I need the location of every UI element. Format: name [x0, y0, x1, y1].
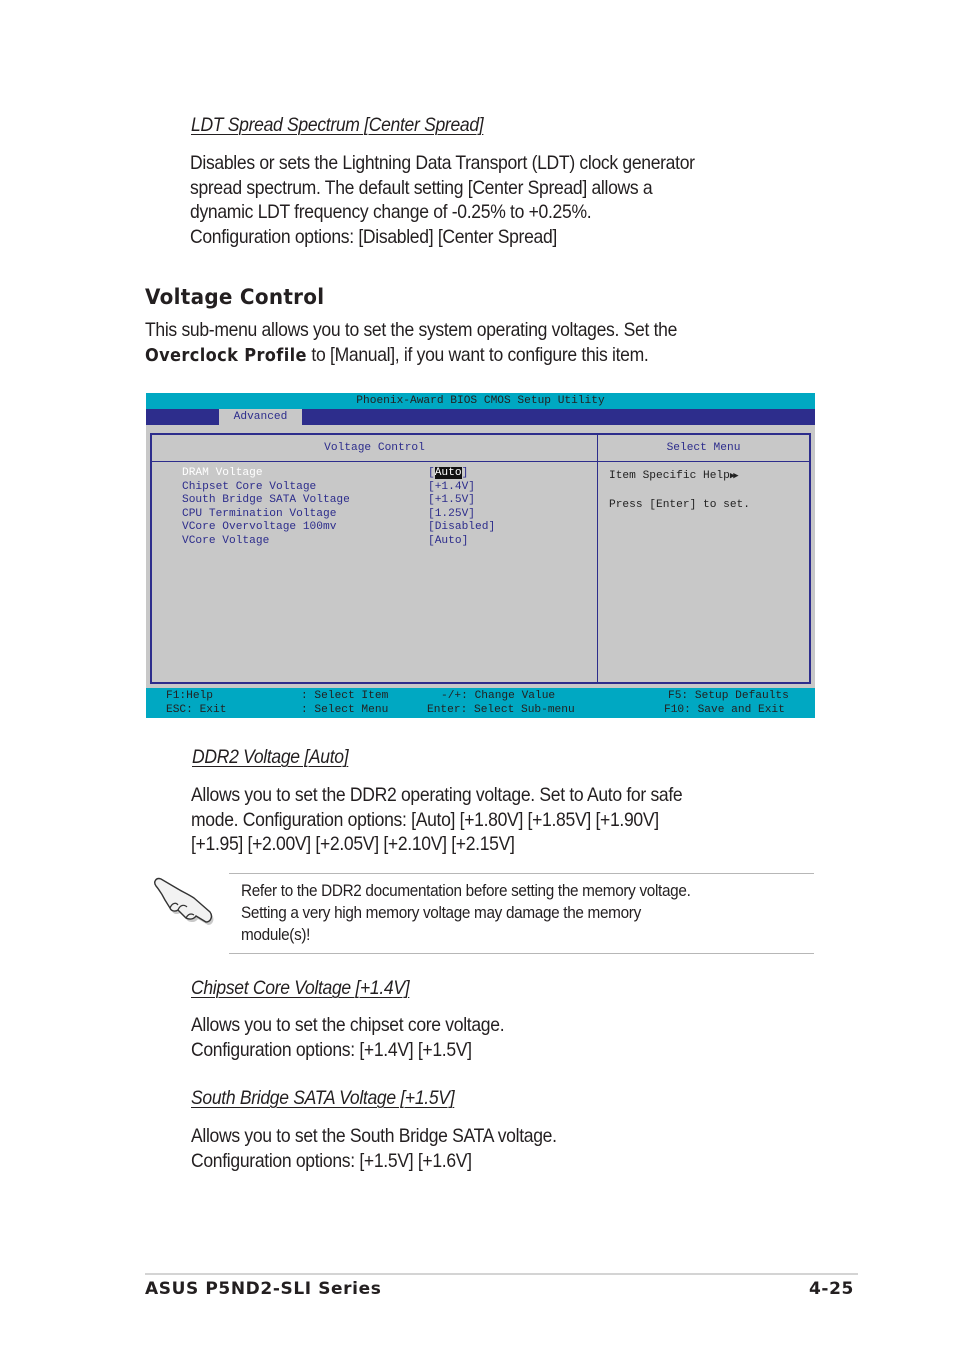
double-arrow-icon: ▶▶	[729, 471, 739, 481]
tab-advanced[interactable]: Advanced	[219, 409, 302, 425]
key-f5-defaults: F5: Setup Defaults	[668, 690, 789, 702]
note-bottom-rule	[229, 953, 814, 954]
text-line: Refer to the DDR2 documentation before s…	[241, 881, 691, 900]
key-enter-submenu: Enter: Select Sub-menu	[427, 703, 575, 716]
key-f10-save-exit: F10: Save and Exit	[664, 703, 785, 716]
bios-screen: Phoenix-Award BIOS CMOS Setup Utility Ad…	[146, 393, 815, 718]
ddr2-description: Allows you to set the DDR2 operating vol…	[191, 783, 683, 857]
text-line: Overclock Profile to [Manual], if you wa…	[145, 343, 677, 368]
bios-value-south-bridge-sata-voltage[interactable]: [+1.5V]	[428, 494, 475, 508]
bios-item-dram-voltage[interactable]: DRAM Voltage	[182, 467, 263, 481]
note-text: Refer to the DDR2 documentation before s…	[241, 880, 691, 946]
bios-help-title: Select Menu	[666, 442, 741, 454]
value-text: +1.5V	[434, 494, 469, 506]
text-line: Setting a very high memory voltage may d…	[241, 903, 641, 922]
bios-item-vcore-overvoltage[interactable]: VCore Overvoltage 100mv	[182, 521, 336, 535]
text-line: Configuration options: [Disabled] [Cente…	[190, 225, 558, 248]
southbridge-heading: South Bridge SATA Voltage [+1.5V]	[191, 1087, 455, 1109]
bios-item-south-bridge-sata-voltage[interactable]: South Bridge SATA Voltage	[182, 494, 350, 508]
text-line: module(s)!	[241, 925, 311, 944]
text-line: Allows you to set the DDR2 operating vol…	[191, 784, 683, 806]
bios-menu-bar: Advanced	[146, 409, 815, 425]
bios-value-vcore-voltage[interactable]: [Auto]	[428, 535, 468, 549]
bios-title-bar: Phoenix-Award BIOS CMOS Setup Utility	[146, 393, 815, 409]
bios-submenu-title: Voltage Control	[324, 442, 425, 454]
text-line: This sub-menu allows you to set the syst…	[145, 319, 678, 341]
bios-item-cpu-termination-voltage[interactable]: CPU Termination Voltage	[182, 508, 336, 522]
text-line: mode. Configuration options: [Auto] [+1.…	[191, 808, 659, 831]
chipset-heading: Chipset Core Voltage [+1.4V]	[191, 977, 410, 999]
overclock-profile-term: Overclock Profile	[145, 344, 307, 366]
text-line: [+1.95] [+2.00V] [+2.05V] [+2.10V] [+2.1…	[191, 833, 515, 855]
text-line: Configuration options: [+1.5V] [+1.6V]	[191, 1149, 472, 1172]
key-select-item: : Select Item	[301, 690, 389, 702]
divider	[597, 435, 598, 682]
section-title: Voltage Control	[145, 285, 325, 309]
key-esc-exit: ESC: Exit	[166, 703, 227, 716]
bios-value-dram-voltage[interactable]: [Auto]	[428, 467, 468, 481]
hand-pointing-icon	[150, 872, 216, 928]
text-line: spread spectrum. The default setting [Ce…	[190, 176, 653, 199]
ldt-description: Disables or sets the Lightning Data Tran…	[190, 151, 695, 249]
help-title-text: Item Specific Help	[609, 470, 730, 482]
value-text: 1.25V	[434, 507, 469, 520]
key-select-menu: : Select Menu	[301, 703, 389, 716]
section-intro: This sub-menu allows you to set the syst…	[145, 318, 677, 367]
divider	[152, 461, 809, 462]
ldt-heading: LDT Spread Spectrum [Center Spread]	[191, 114, 484, 136]
key-change-value: -/+: Change Value	[441, 690, 556, 702]
bios-help-heading: Item Specific Help▶▶	[609, 469, 739, 483]
text-line: Disables or sets the Lightning Data Tran…	[190, 152, 695, 174]
footer-rule	[145, 1273, 858, 1275]
bios-panel: Voltage Control Select Menu DRAM Voltage…	[150, 433, 811, 684]
note-top-rule	[229, 873, 814, 874]
product-name: ASUS P5ND2-SLI Series	[145, 1279, 382, 1299]
text-line: Allows you to set the South Bridge SATA …	[191, 1125, 557, 1147]
bios-item-vcore-voltage[interactable]: VCore Voltage	[182, 535, 269, 549]
text-fragment: to [Manual], if you want to configure th…	[306, 343, 649, 366]
text-line: Allows you to set the chipset core volta…	[191, 1014, 505, 1036]
bios-help-text: Press [Enter] to set.	[609, 499, 750, 511]
bios-value-chipset-core-voltage[interactable]: [+1.4V]	[428, 481, 475, 495]
selected-value: Auto	[434, 467, 462, 479]
page-number: 4-25	[809, 1279, 854, 1299]
bios-value-vcore-overvoltage[interactable]: [Disabled]	[428, 521, 495, 535]
value-text: +1.4V	[434, 480, 469, 493]
key-f1-help: F1:Help	[166, 690, 213, 702]
bios-item-chipset-core-voltage[interactable]: Chipset Core Voltage	[182, 481, 316, 495]
bios-key-legend: F1:Help : Select Item -/+: Change Value …	[146, 688, 815, 718]
chipset-description: Allows you to set the chipset core volta…	[191, 1013, 505, 1062]
text-line: Configuration options: [+1.4V] [+1.5V]	[191, 1038, 472, 1061]
text-line: dynamic LDT frequency change of -0.25% t…	[190, 201, 592, 223]
bios-value-cpu-termination-voltage[interactable]: [1.25V]	[428, 508, 475, 522]
southbridge-description: Allows you to set the South Bridge SATA …	[191, 1124, 557, 1173]
value-text: Auto	[434, 534, 462, 547]
ddr2-heading: DDR2 Voltage [Auto]	[192, 746, 349, 768]
value-text: Disabled	[434, 521, 489, 533]
